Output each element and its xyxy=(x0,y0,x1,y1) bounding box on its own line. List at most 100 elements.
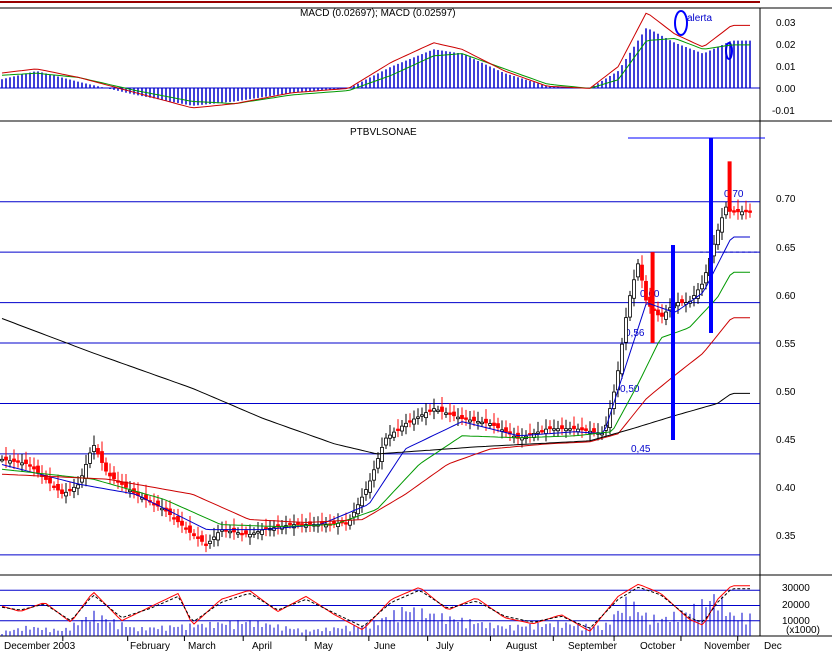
price-candle-body xyxy=(496,423,500,429)
price-candle-body xyxy=(400,425,404,432)
price-candle-body xyxy=(736,209,740,213)
price-candle-body xyxy=(572,425,576,430)
price-candle-body xyxy=(640,264,644,281)
price-candle-body xyxy=(620,343,624,375)
price-candle-body xyxy=(592,428,596,433)
price-candle-body xyxy=(200,535,204,542)
price-candle-body xyxy=(8,460,12,464)
price-candle-body xyxy=(448,412,452,415)
price-candle-body xyxy=(332,521,336,524)
price-candle-body xyxy=(504,427,508,433)
price-candle-body xyxy=(564,428,568,432)
price-candle-body xyxy=(376,458,380,469)
price-candle-body xyxy=(664,311,668,320)
price-candle-body xyxy=(540,430,544,433)
macd-alert-label: alerta xyxy=(687,13,712,24)
chart-background xyxy=(0,0,832,652)
macd-title: MACD (0.02697); MACD (0.02597) xyxy=(300,8,456,19)
price-candle-body xyxy=(16,460,20,463)
macd-tick-label: 0.03 xyxy=(776,18,796,29)
price-candle-body xyxy=(180,520,184,526)
price-candle-body xyxy=(444,412,448,415)
x-axis-label: September xyxy=(568,641,618,652)
volume-unit-label: (x1000) xyxy=(786,625,820,636)
price-candle-body xyxy=(720,217,724,233)
price-candle-body xyxy=(160,507,164,511)
price-candle-body xyxy=(556,428,560,432)
price-highlight-candle xyxy=(727,161,732,212)
price-candle-body xyxy=(300,523,304,526)
price-candle-body xyxy=(20,462,24,466)
x-axis-label: May xyxy=(314,641,333,652)
price-candle-body xyxy=(408,420,412,423)
price-tick-label: 0.70 xyxy=(776,194,796,205)
price-candle-body xyxy=(544,428,548,434)
price-candle-body xyxy=(468,419,472,423)
price-candle-body xyxy=(36,465,40,473)
price-candle-body xyxy=(492,422,496,426)
price-candle-body xyxy=(740,211,744,216)
x-axis-label: August xyxy=(506,641,537,652)
price-candle-body xyxy=(60,489,64,494)
price-candle-body xyxy=(236,532,240,535)
level-label: 0,45 xyxy=(631,444,651,455)
price-candle-body xyxy=(472,416,476,422)
price-candle-body xyxy=(632,279,636,299)
price-candle-body xyxy=(172,517,176,520)
price-tick-label: 0.55 xyxy=(776,339,796,350)
price-candle-body xyxy=(288,522,292,526)
price-candle-body xyxy=(484,418,488,424)
price-candle-body xyxy=(244,530,248,535)
price-candle-body xyxy=(0,458,4,462)
x-axis-label: December 2003 xyxy=(4,641,76,652)
price-candle-body xyxy=(28,464,32,467)
price-candle-body xyxy=(56,483,60,491)
price-tick-label: 0.45 xyxy=(776,435,796,446)
price-candle-body xyxy=(420,414,424,417)
x-axis-label: April xyxy=(252,641,272,652)
price-candle-body xyxy=(188,525,192,533)
price-candle-body xyxy=(68,488,72,492)
price-candle-body xyxy=(724,206,728,216)
price-candle-body xyxy=(476,421,480,424)
price-candle-body xyxy=(296,522,300,525)
price-candle-body xyxy=(396,428,400,432)
price-candle-body xyxy=(704,272,708,284)
price-candle-body xyxy=(744,209,748,213)
price-candle-body xyxy=(100,451,104,463)
price-candle-body xyxy=(184,527,188,530)
price-candle-body xyxy=(32,466,36,470)
macd-tick-label: 0.01 xyxy=(776,62,796,73)
price-candle-body xyxy=(452,411,456,417)
price-candle-body xyxy=(252,532,256,535)
price-candle-body xyxy=(404,422,408,428)
price-candle-body xyxy=(80,475,84,483)
price-candle-body xyxy=(464,417,468,420)
price-tick-label: 0.65 xyxy=(776,243,796,254)
price-candle-body xyxy=(368,480,372,493)
price-candle-body xyxy=(240,532,244,536)
price-candle-body xyxy=(176,515,180,523)
price-candle-body xyxy=(576,428,580,433)
price-candle-body xyxy=(104,462,108,472)
price-candle-body xyxy=(636,263,640,278)
price-candle-body xyxy=(440,406,444,412)
price-candle-body xyxy=(700,283,704,290)
price-candle-body xyxy=(352,511,356,518)
price-tick-label: 0.35 xyxy=(776,531,796,542)
price-candle-body xyxy=(208,540,212,544)
chart-canvas: MACD (0.02697); MACD (0.02597) alerta 0.… xyxy=(0,0,832,652)
price-candle-body xyxy=(52,485,56,488)
price-candle-body xyxy=(344,522,348,525)
x-axis-label: February xyxy=(130,641,170,652)
x-axis-label: November xyxy=(704,641,751,652)
price-candle-body xyxy=(392,431,396,438)
price-candle-body xyxy=(428,409,432,412)
price-candle-body xyxy=(112,472,116,480)
price-candle-body xyxy=(12,458,16,462)
macd-tick-label: 0.02 xyxy=(776,40,796,51)
price-tick-label: 0.40 xyxy=(776,483,796,494)
price-candle-body xyxy=(732,210,736,213)
volume-tick-label: 30000 xyxy=(782,583,810,594)
price-candle-body xyxy=(412,418,416,425)
